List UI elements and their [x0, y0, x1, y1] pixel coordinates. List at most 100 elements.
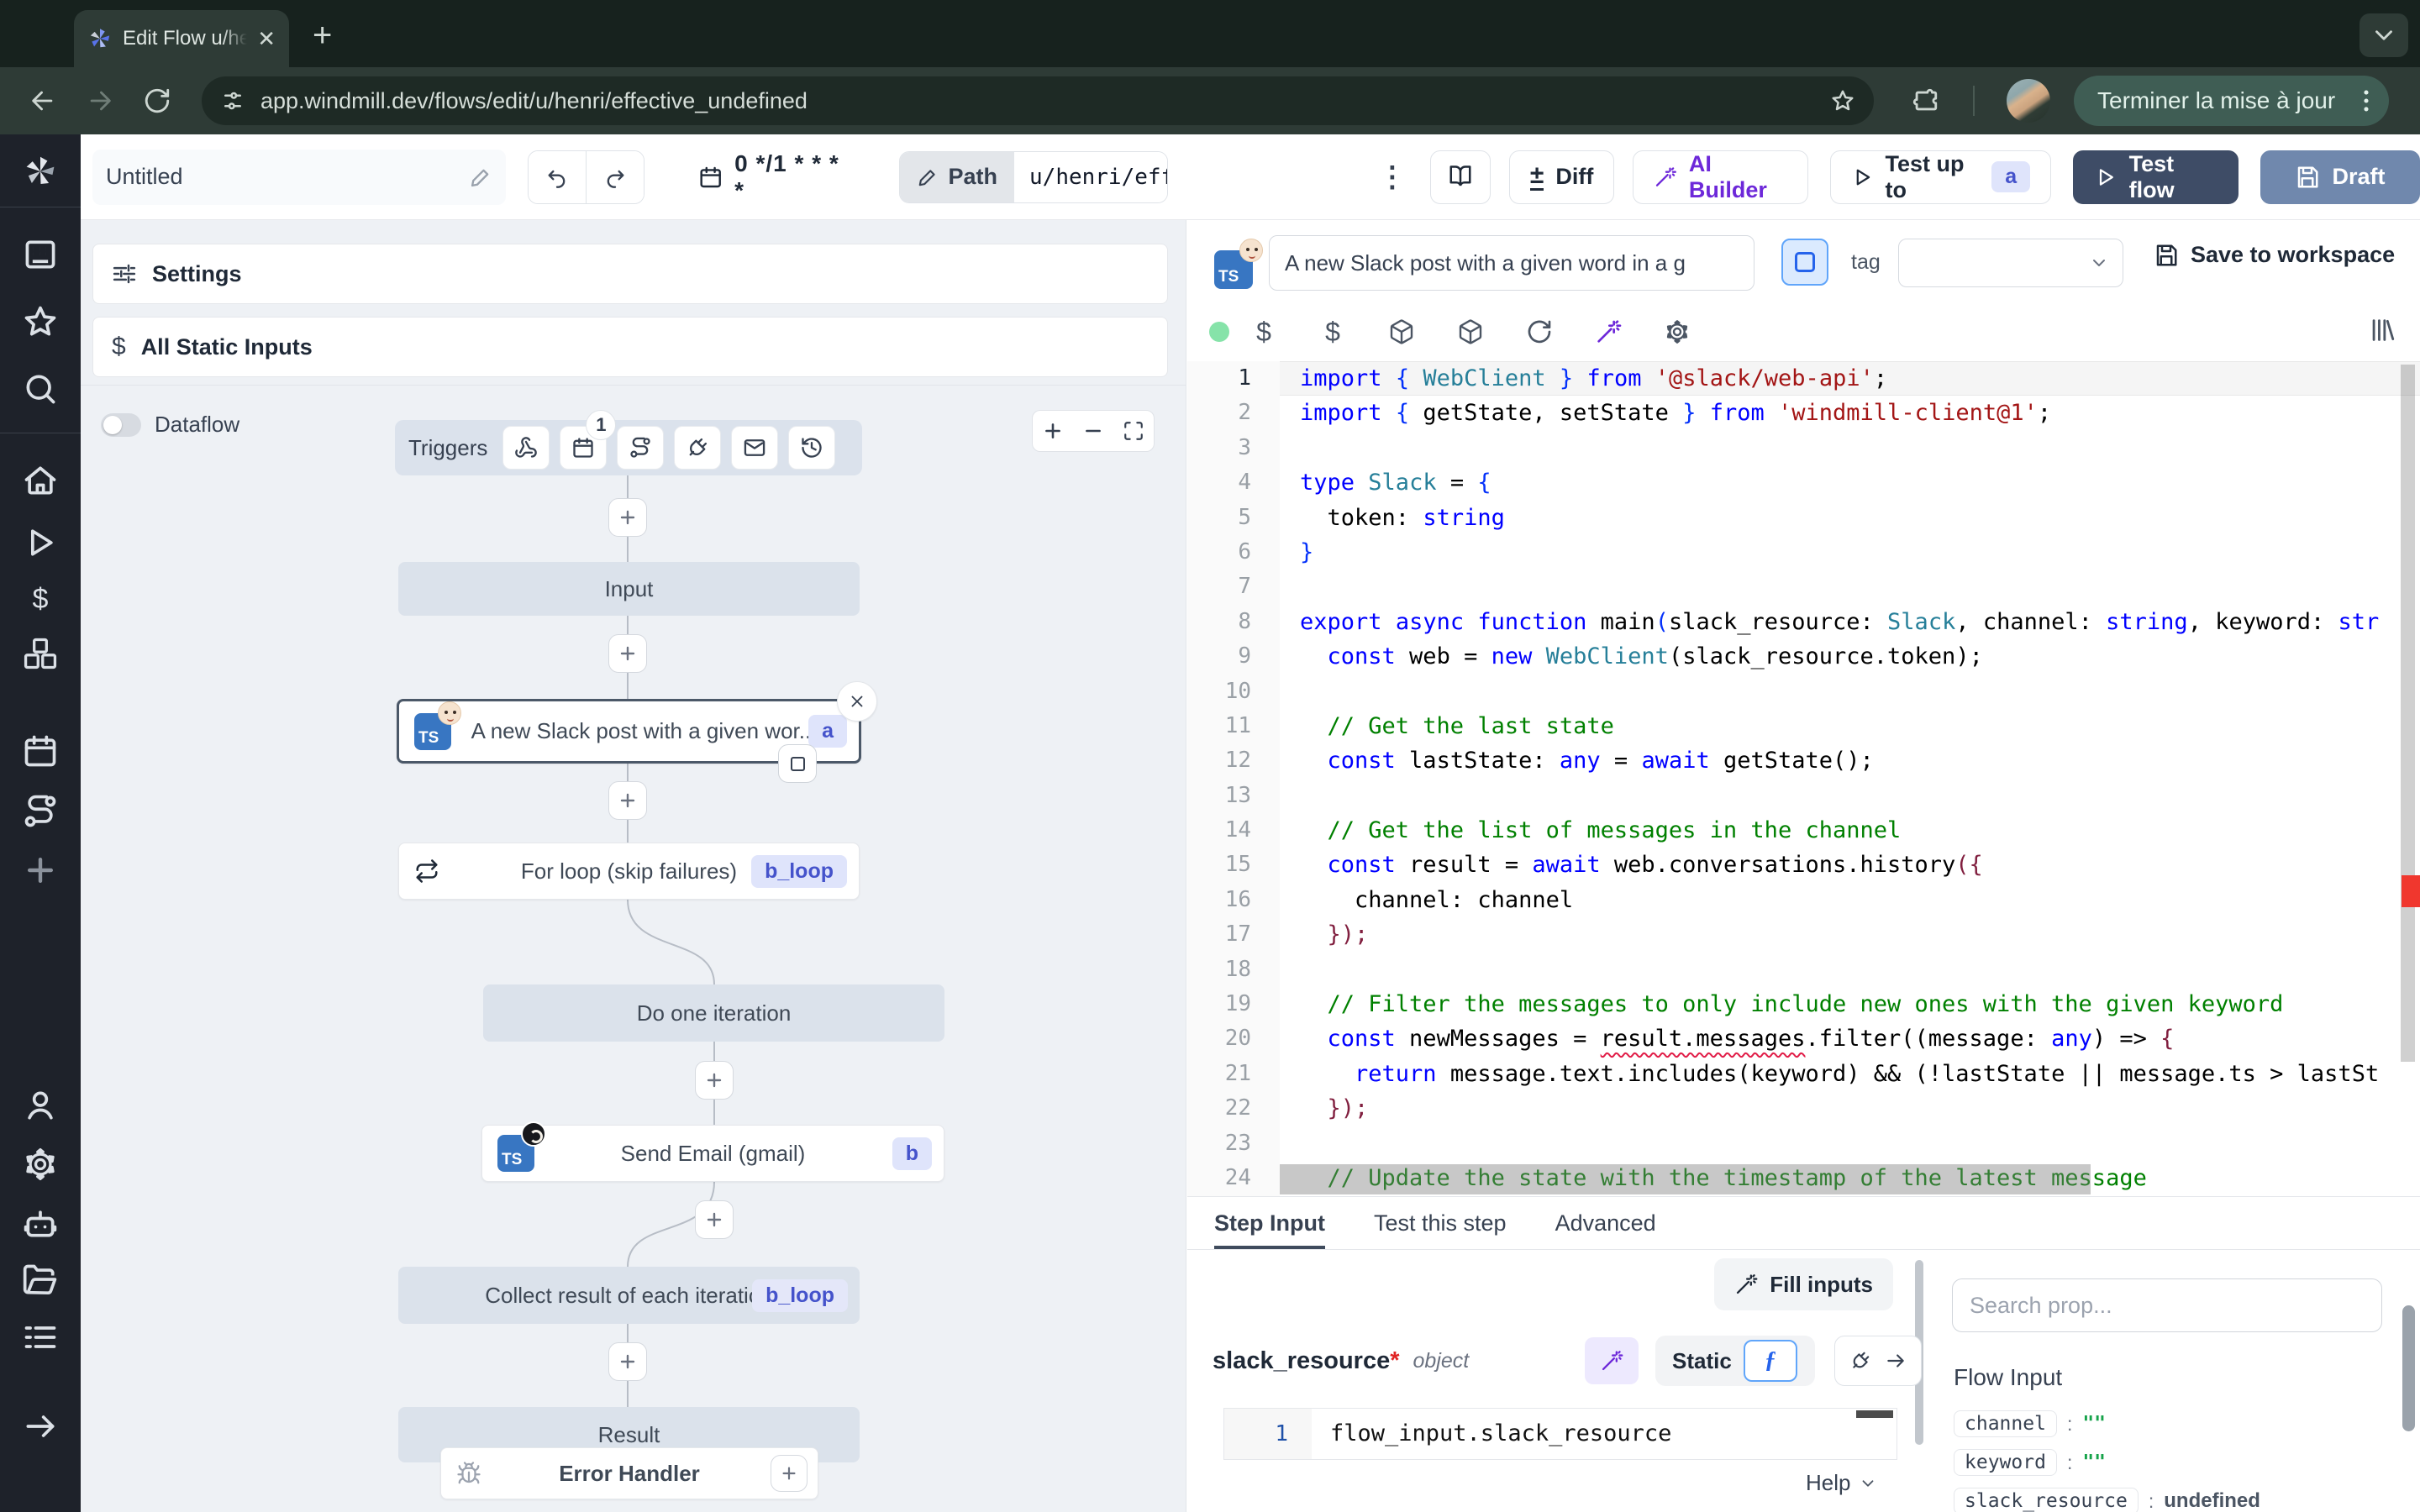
vertical-scrollbar[interactable] [2401, 365, 2415, 1062]
flow-input-prop-row[interactable]: slack_resource:undefined [1954, 1482, 2395, 1512]
connect-input-buttons[interactable] [1834, 1336, 1922, 1386]
zoom-out-icon[interactable] [1082, 420, 1104, 442]
tab-advanced[interactable]: Advanced [1555, 1197, 1656, 1249]
code-line[interactable] [1280, 779, 2420, 813]
insert-step-button[interactable] [608, 1342, 647, 1381]
error-handler-node[interactable]: Error Handler [440, 1447, 818, 1499]
more-options-kebab-icon[interactable]: ⋮ [1378, 160, 1407, 194]
browser-tab[interactable]: Edit Flow u/henri/effective_un ✕ [74, 10, 289, 67]
code-line[interactable]: // Get the last state [1280, 709, 2420, 743]
diff-button[interactable]: ±Diff [1509, 150, 1614, 204]
sidebar-item-folders[interactable] [22, 1262, 59, 1299]
context-panel-scrollbar[interactable] [2402, 1305, 2415, 1431]
reload-deps-button[interactable] [1505, 318, 1574, 345]
browser-update-button[interactable]: Terminer la mise à jour [2074, 76, 2389, 126]
sidebar-item-settings[interactable] [22, 1146, 59, 1183]
tab-list-button[interactable] [2360, 13, 2408, 57]
help-link[interactable]: Help [1806, 1470, 1877, 1496]
code-line[interactable]: export async function main(slack_resourc… [1280, 605, 2420, 639]
insert-step-button[interactable] [608, 781, 647, 820]
slack-step-node[interactable]: TS A new Slack post with a given wor... … [397, 699, 861, 764]
code-line[interactable] [1280, 1126, 2420, 1161]
tag-select[interactable] [1898, 239, 2123, 287]
expression-mode-button[interactable]: ƒ [1744, 1340, 1797, 1382]
docs-button[interactable] [1430, 150, 1491, 204]
sidebar-item-schedules[interactable] [22, 732, 59, 769]
flow-input-node[interactable]: Input [398, 562, 860, 616]
code-line[interactable]: const web = new WebClient(slack_resource… [1280, 639, 2420, 674]
sidebar-item-favorites[interactable] [22, 303, 59, 340]
ai-assist-button[interactable] [1574, 318, 1643, 345]
test-up-to-button[interactable]: Test up to a [1830, 150, 2051, 204]
sidebar-item-runs[interactable] [22, 524, 59, 561]
do-one-iteration-node[interactable]: Do one iteration [483, 984, 944, 1042]
sidebar-item-flows[interactable] [22, 793, 59, 830]
prop-pill[interactable]: keyword [1954, 1449, 2057, 1476]
sidebar-item-home[interactable] [22, 462, 59, 499]
code-line[interactable]: const lastState: any = await getState(); [1280, 743, 2420, 778]
editor-settings-button[interactable] [1643, 318, 1712, 345]
reload-icon[interactable] [143, 87, 171, 115]
ai-builder-button[interactable]: AI Builder [1633, 150, 1807, 204]
code-line[interactable]: token: string [1280, 501, 2420, 535]
browser-profile-avatar[interactable] [2007, 79, 2050, 123]
horizontal-scrollbar[interactable] [1280, 1164, 2091, 1194]
breakpoint-button[interactable] [778, 744, 817, 783]
package-button[interactable] [1367, 318, 1436, 345]
step-summary-input[interactable] [1269, 235, 1754, 291]
schedule-indicator[interactable]: 0 */1 * * * * [698, 150, 847, 204]
code-line[interactable] [1280, 675, 2420, 709]
flow-input-prop-row[interactable]: channel:"" [1954, 1404, 2395, 1443]
undo-button[interactable] [529, 151, 586, 203]
code-line[interactable]: const result = await web.conversations.h… [1280, 848, 2420, 882]
extensions-icon[interactable] [1911, 87, 1939, 115]
dataflow-toggle[interactable] [101, 413, 141, 437]
code-line[interactable]: return message.text.includes(keyword) &&… [1280, 1057, 2420, 1091]
back-icon[interactable] [29, 87, 57, 115]
flow-title-input[interactable] [106, 164, 469, 190]
code-line[interactable] [1280, 431, 2420, 465]
code-lines[interactable]: import { WebClient } from '@slack/web-ap… [1280, 361, 2420, 1196]
mini-editor-scrollbar[interactable] [1856, 1410, 1893, 1418]
code-line[interactable]: import { WebClient } from '@slack/web-ap… [1280, 361, 2420, 396]
tab-close-icon[interactable]: ✕ [257, 28, 276, 50]
site-info-icon[interactable] [220, 88, 245, 113]
insert-step-button[interactable] [695, 1200, 734, 1239]
insert-step-button[interactable] [695, 1061, 734, 1100]
library-button[interactable] [2368, 316, 2396, 349]
ai-fill-prop-button[interactable] [1585, 1337, 1639, 1384]
code-line[interactable]: } [1280, 535, 2420, 570]
email-trigger-button[interactable] [731, 426, 778, 470]
path-chip[interactable]: Path u/henri/eff [899, 151, 1168, 203]
insert-step-button[interactable] [608, 634, 647, 673]
code-line[interactable]: }); [1280, 917, 2420, 952]
save-to-workspace-button[interactable]: Save to workspace [2154, 242, 2395, 268]
mini-editor-code[interactable]: flow_input.slack_resource [1312, 1409, 1897, 1459]
add-resource-button[interactable]: $ [1298, 317, 1367, 348]
insert-step-button[interactable] [608, 498, 647, 537]
address-bar[interactable]: app.windmill.dev/flows/edit/u/henri/effe… [202, 76, 1874, 125]
code-line[interactable] [1280, 953, 2420, 987]
add-error-handler-button[interactable] [771, 1455, 808, 1492]
code-line[interactable]: }); [1280, 1091, 2420, 1126]
browser-menu-kebab-icon[interactable] [2352, 87, 2381, 115]
schedule-trigger-button[interactable]: 1 [560, 426, 607, 470]
code-editor[interactable]: 123456789101112131415161718192021222324 … [1187, 361, 2420, 1196]
tab-test-this-step[interactable]: Test this step [1374, 1197, 1507, 1249]
sidebar-item-add[interactable] [22, 852, 59, 889]
code-line[interactable]: import { getState, setState } from 'wind… [1280, 396, 2420, 430]
sidebar-item-logs[interactable] [22, 1319, 59, 1356]
sidebar-item-resources[interactable] [22, 635, 59, 672]
route-trigger-button[interactable] [617, 426, 664, 470]
code-line[interactable]: const newMessages = result.messages.filt… [1280, 1021, 2420, 1056]
zoom-in-icon[interactable] [1042, 420, 1064, 442]
sidebar-item-variables[interactable]: $ [33, 585, 49, 613]
flow-title-field[interactable] [92, 150, 506, 205]
webhook-trigger-button[interactable] [502, 426, 550, 470]
code-line[interactable]: // Filter the messages to only include n… [1280, 987, 2420, 1021]
code-line[interactable]: type Slack = { [1280, 465, 2420, 500]
sidebar-item-apps[interactable] [22, 236, 59, 273]
add-variable-button[interactable]: $ [1229, 317, 1298, 348]
new-tab-button[interactable]: + [313, 18, 332, 52]
all-static-inputs-button[interactable]: $ All Static Inputs [92, 317, 1168, 377]
